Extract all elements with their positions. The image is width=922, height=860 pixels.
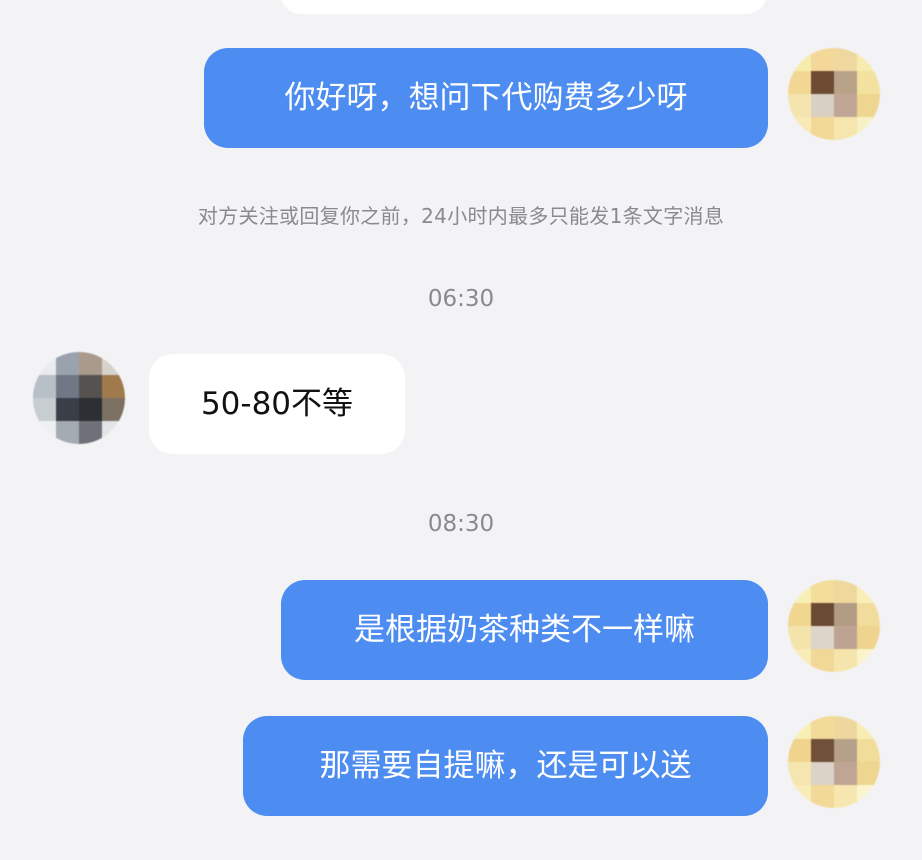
outgoing-message-bubble[interactable]: 那需要自提嘛，还是可以送 bbox=[243, 716, 768, 816]
contact-avatar[interactable] bbox=[33, 352, 125, 444]
outgoing-message-bubble[interactable]: 你好呀，想问下代购费多少呀 bbox=[204, 48, 768, 148]
partial-message-bubble bbox=[280, 0, 767, 14]
outgoing-message-bubble[interactable]: 是根据奶茶种类不一样嘛 bbox=[281, 580, 768, 680]
self-avatar[interactable] bbox=[788, 48, 880, 140]
chat-thread: 你好呀，想问下代购费多少呀 对方关注或回复你之前，24小时内最多只能发1条文字消… bbox=[0, 0, 922, 860]
incoming-message-bubble[interactable]: 50-80不等 bbox=[149, 354, 405, 454]
self-avatar[interactable] bbox=[788, 716, 880, 808]
message-text: 那需要自提嘛，还是可以送 bbox=[319, 747, 692, 784]
message-text: 是根据奶茶种类不一样嘛 bbox=[354, 611, 695, 648]
system-notice: 对方关注或回复你之前，24小时内最多只能发1条文字消息 bbox=[197, 204, 725, 228]
self-avatar[interactable] bbox=[788, 580, 880, 672]
message-timestamp: 06:30 bbox=[427, 286, 495, 312]
message-text: 50-80不等 bbox=[200, 385, 354, 422]
message-text: 你好呀，想问下代购费多少呀 bbox=[284, 79, 688, 116]
message-timestamp: 08:30 bbox=[427, 511, 495, 537]
